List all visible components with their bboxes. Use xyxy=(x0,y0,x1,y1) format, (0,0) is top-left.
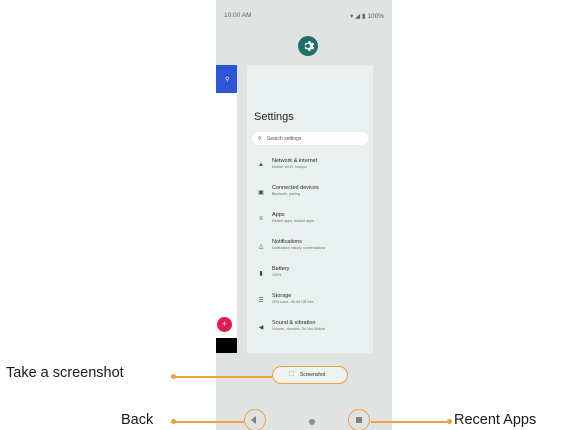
search-icon: ⚲ xyxy=(258,136,262,142)
settings-item-title: Apps xyxy=(272,212,285,218)
wifi-icon: ▲ xyxy=(258,162,264,168)
bell-icon: △ xyxy=(258,244,264,250)
settings-item-subtitle: Volume, vibration, Do Not Disturb xyxy=(272,327,326,331)
home-button[interactable] xyxy=(309,419,315,425)
signal-icon: ◢ xyxy=(355,13,361,20)
search-settings-field[interactable]: ⚲ Search settings xyxy=(252,132,368,145)
settings-item-connected-devices[interactable]: ▣ Connected devices Bluetooth, pairing xyxy=(247,185,373,209)
settings-item-subtitle: Notification history, conversations xyxy=(272,246,326,250)
screenshot-icon: ⬚ xyxy=(289,371,295,377)
volume-icon: ◀ xyxy=(258,325,264,331)
status-bar: 10:00 AM ▾ ◢ ▮ 100% xyxy=(216,9,392,21)
settings-item-title: Storage xyxy=(272,293,292,299)
settings-item-storage[interactable]: ☰ Storage 20% used - 50.99 GB free xyxy=(247,293,373,317)
apps-icon: ≡ xyxy=(259,216,263,222)
callout-line xyxy=(174,421,244,423)
settings-item-title: Sound & vibration xyxy=(272,320,316,326)
back-button[interactable] xyxy=(244,409,266,430)
settings-title: Settings xyxy=(254,111,294,123)
back-icon xyxy=(251,416,256,424)
search-icon: ⚲ xyxy=(225,77,230,83)
settings-item-title: Connected devices xyxy=(272,185,319,191)
add-fab-button: + xyxy=(217,317,232,332)
settings-item-apps[interactable]: ≡ Apps Recent apps, default apps xyxy=(247,212,373,236)
recent-apps-icon xyxy=(355,416,362,423)
screenshot-button[interactable]: ⬚ Screenshot xyxy=(272,366,348,384)
battery-icon: ▮ xyxy=(259,271,263,277)
phone-screen: 10:00 AM ▾ ◢ ▮ 100% ⚲ + Settings ⚲ Searc… xyxy=(216,0,392,430)
settings-item-subtitle: Recent apps, default apps xyxy=(272,219,314,223)
settings-item-subtitle: Bluetooth, pairing xyxy=(272,192,300,196)
settings-item-subtitle: Mobile, Wi-Fi, hotspot xyxy=(272,165,307,169)
devices-icon: ▣ xyxy=(258,190,264,196)
callout-line xyxy=(174,376,272,378)
previous-app-card[interactable]: ⚲ + xyxy=(216,65,237,353)
screenshot-label: Screenshot xyxy=(300,372,326,378)
settings-item-title: Notifications xyxy=(272,239,302,245)
battery-status-icon: ▮ xyxy=(361,13,366,20)
settings-app-card[interactable]: Settings ⚲ Search settings ▲ Network & i… xyxy=(247,65,373,353)
battery-level: 100% xyxy=(367,13,384,20)
settings-item-network[interactable]: ▲ Network & internet Mobile, Wi-Fi, hots… xyxy=(247,158,373,182)
callout-recent-apps: Recent Apps xyxy=(454,412,537,428)
status-icons: ▾ ◢ ▮ 100% xyxy=(350,12,384,20)
settings-item-subtitle: 20% used - 50.99 GB free xyxy=(272,300,314,304)
settings-item-notifications[interactable]: △ Notifications Notification history, co… xyxy=(247,239,373,263)
callout-back: Back xyxy=(121,412,154,428)
settings-item-title: Network & internet xyxy=(272,158,318,164)
app-nav-bar xyxy=(216,338,237,353)
callout-dot xyxy=(447,419,452,424)
callout-line xyxy=(371,421,449,423)
settings-item-title: Battery xyxy=(272,266,290,272)
wifi-status-icon: ▾ xyxy=(350,13,354,20)
recent-apps-button[interactable] xyxy=(348,409,370,430)
gear-icon xyxy=(304,41,315,51)
settings-item-sound[interactable]: ◀ Sound & vibration Volume, vibration, D… xyxy=(247,320,373,344)
callout-take-screenshot: Take a screenshot xyxy=(6,365,124,381)
app-bar: ⚲ xyxy=(216,65,237,93)
status-time: 10:00 AM xyxy=(224,12,252,19)
settings-item-subtitle: 100% xyxy=(272,273,282,277)
search-placeholder: Search settings xyxy=(267,136,302,142)
storage-icon: ☰ xyxy=(258,298,264,304)
settings-item-battery[interactable]: ▮ Battery 100% xyxy=(247,266,373,290)
settings-app-icon[interactable] xyxy=(298,36,318,56)
